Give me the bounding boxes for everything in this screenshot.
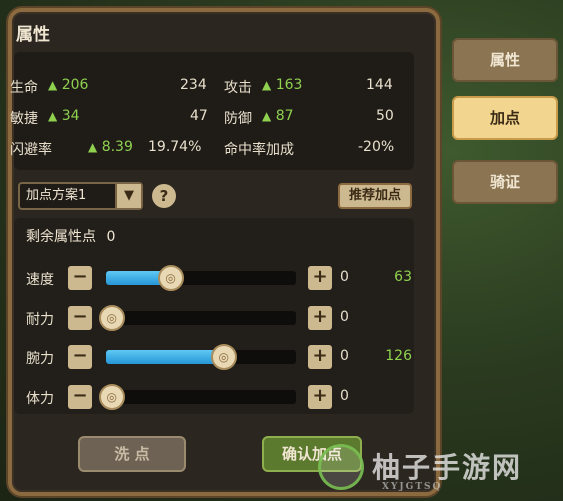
slider-knob[interactable]: ◎ (157, 265, 184, 291)
attribute-label: 腕力 (26, 351, 54, 367)
attribute-total: 63 (394, 269, 412, 285)
attribute-slider[interactable]: ◎ (98, 305, 296, 331)
attribute-label: 体力 (26, 391, 54, 407)
stat-bonus-hp: ▲ 206 (48, 77, 89, 93)
reset-points-button[interactable]: 洗 点 (78, 436, 186, 472)
stat-label-defense: 防御 (224, 111, 252, 127)
attribute-row-speed: 速度 − ◎ + 0 63 (26, 265, 416, 292)
chevron-down-icon[interactable]: ▼ (115, 184, 141, 208)
increase-button[interactable]: + (308, 306, 332, 330)
remaining-points: 剩余属性点 0 (26, 226, 115, 246)
attribute-row-stamina: 耐力 − ◎ + 0 (26, 305, 416, 332)
added-points: 0 (340, 388, 349, 404)
attribute-row-vitality: 体力 − ◎ + 0 (26, 384, 416, 411)
watermark: 柚子手游网 XYJGTSQ (318, 440, 558, 496)
slider-knob[interactable]: ◎ (98, 384, 125, 410)
stat-row: 生命 ▲ 206 234 攻击 ▲ 163 144 (10, 77, 395, 101)
added-points: 0 (340, 309, 349, 325)
stat-value-hit: -20% (358, 139, 395, 155)
stat-label-dodge: 闪避率 (10, 142, 52, 158)
attribute-total: 126 (385, 348, 412, 364)
decrease-button[interactable]: − (68, 345, 92, 369)
stat-label-hit: 命中率加成 (224, 142, 294, 158)
tab-allocate-points[interactable]: 加点 (452, 96, 558, 140)
decrease-button[interactable]: − (68, 266, 92, 290)
stat-value-agility: 47 (190, 108, 208, 124)
slider-knob[interactable]: ◎ (210, 344, 237, 370)
stat-label-attack: 攻击 (224, 80, 252, 96)
recommend-points-button[interactable]: 推荐加点 (338, 183, 412, 209)
decrease-button[interactable]: − (68, 385, 92, 409)
stat-bonus-attack: ▲ 163 (262, 77, 303, 93)
stat-value-defense: 50 (376, 108, 394, 124)
stat-label-agility: 敏捷 (10, 111, 38, 127)
watermark-text: 柚子手游网 (372, 451, 523, 484)
attribute-label: 耐力 (26, 312, 54, 328)
stat-value-attack: 144 (366, 77, 393, 93)
stat-row: 敏捷 ▲ 34 47 防御 ▲ 87 50 (10, 108, 395, 132)
stat-bonus-dodge: ▲ 8.39 (88, 139, 133, 155)
panel-title: 属性 (16, 25, 50, 45)
plan-select[interactable]: 加点方案1 ▼ (18, 182, 143, 210)
attribute-slider[interactable]: ◎ (98, 384, 296, 410)
added-points: 0 (340, 269, 349, 285)
watermark-subtext: XYJGTSQ (382, 482, 443, 492)
remaining-points-value: 0 (106, 229, 116, 245)
stat-value-hp: 234 (180, 77, 207, 93)
slider-knob[interactable]: ◎ (98, 305, 125, 331)
stat-bonus-agility: ▲ 34 (48, 108, 80, 124)
stat-bonus-defense: ▲ 87 (262, 108, 294, 124)
tab-attributes[interactable]: 属性 (452, 38, 558, 82)
plan-select-value: 加点方案1 (26, 188, 87, 203)
remaining-points-label: 剩余属性点 (26, 229, 96, 245)
stat-row: 闪避率 ▲ 8.39 19.74% 命中率加成 -20% (10, 139, 395, 163)
attribute-row-strength: 腕力 − ◎ + 0 126 (26, 344, 416, 371)
increase-button[interactable]: + (308, 266, 332, 290)
added-points: 0 (340, 348, 349, 364)
stat-value-dodge: 19.74% (148, 139, 202, 155)
watermark-logo-icon (318, 444, 364, 490)
tab-mount[interactable]: 骑证 (452, 160, 558, 204)
stat-label-hp: 生命 (10, 80, 38, 96)
attribute-slider[interactable]: ◎ (106, 344, 296, 370)
attribute-slider[interactable]: ◎ (106, 265, 296, 291)
increase-button[interactable]: + (308, 345, 332, 369)
increase-button[interactable]: + (308, 385, 332, 409)
decrease-button[interactable]: − (68, 306, 92, 330)
attribute-label: 速度 (26, 272, 54, 288)
help-icon[interactable]: ? (152, 184, 176, 208)
slider-fill (106, 350, 224, 364)
